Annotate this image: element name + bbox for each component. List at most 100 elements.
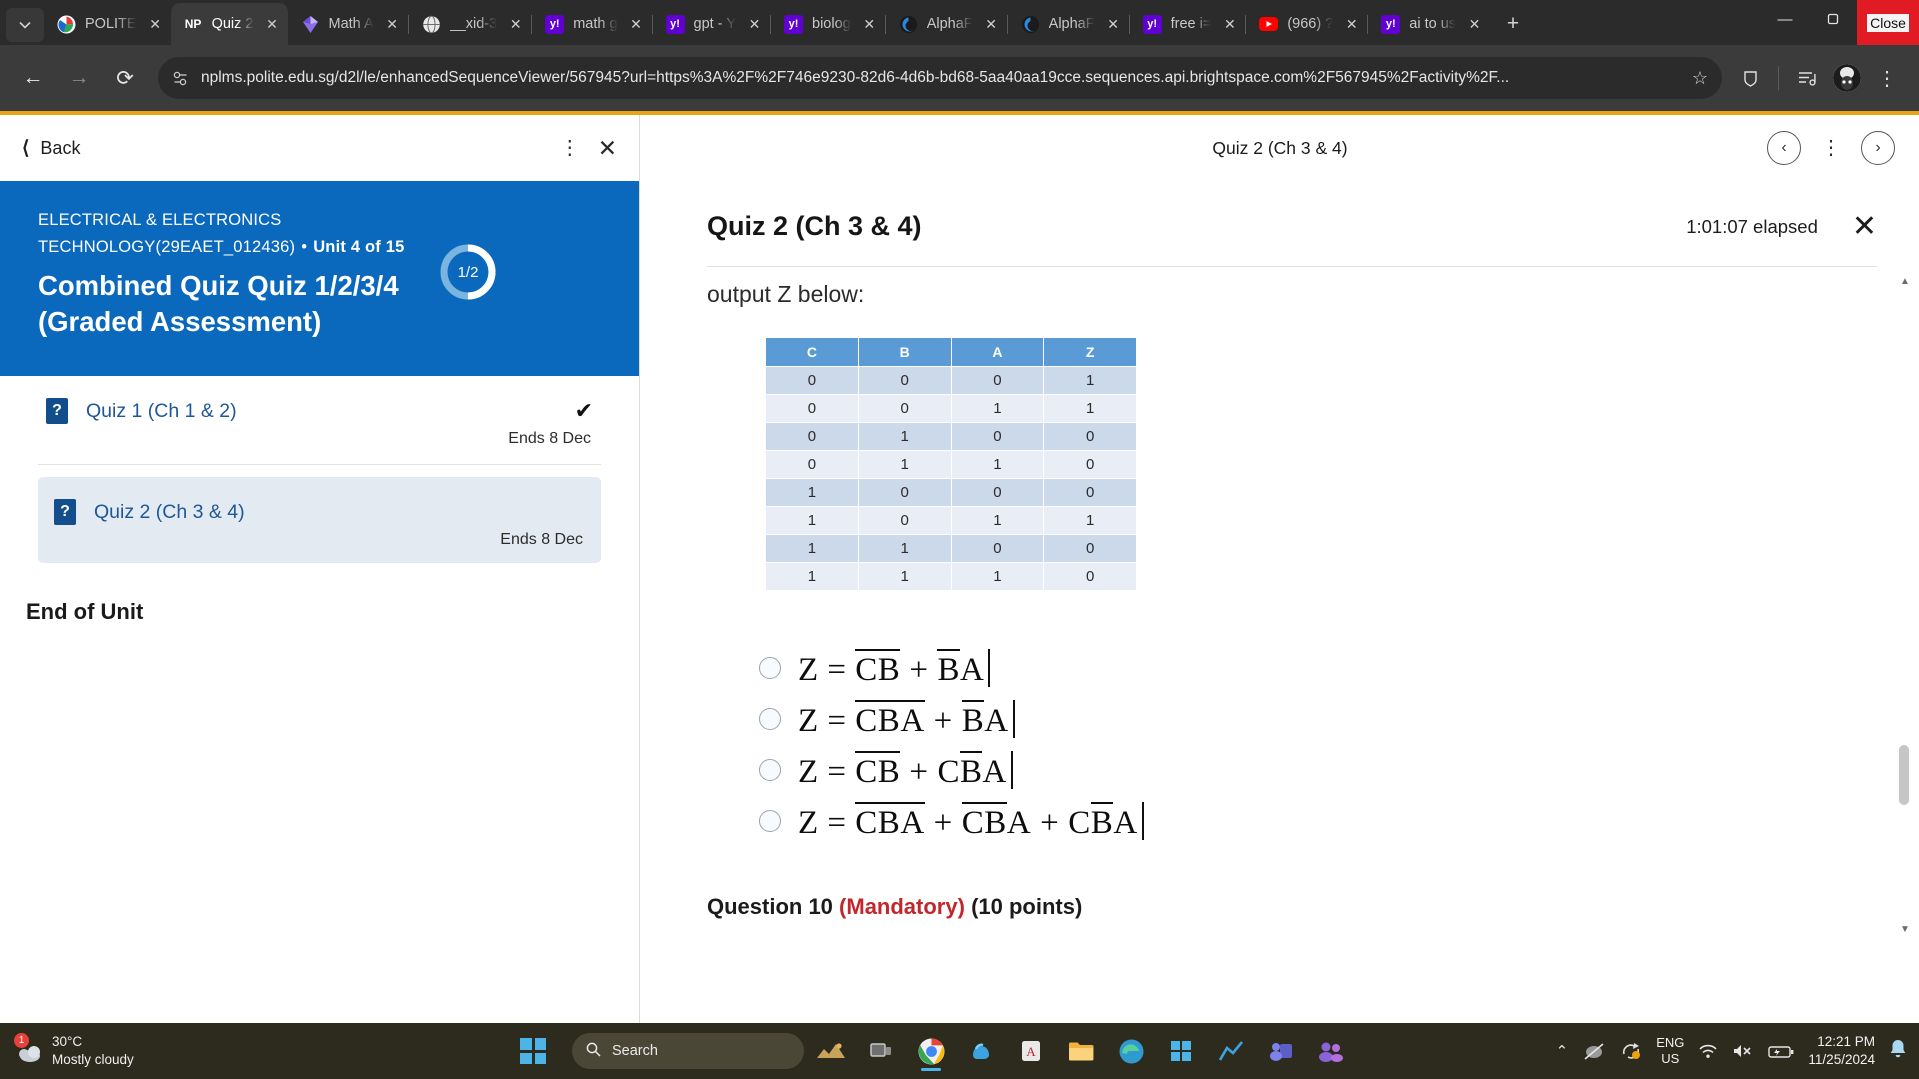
scrollbar-thumb[interactable] <box>1899 745 1909 805</box>
answer-option[interactable]: Z = CBA + BA <box>759 698 1859 740</box>
tray-chevron-icon[interactable]: ⌃ <box>1556 1042 1569 1060</box>
browser-tab[interactable]: AlphaF ✕ <box>886 3 1007 45</box>
tray-update-icon[interactable] <box>1620 1041 1642 1061</box>
browser-tab[interactable]: y! math g ✕ <box>532 3 651 45</box>
browser-tab[interactable]: y! ai to us ✕ <box>1368 3 1490 45</box>
taskbar-app-teams[interactable] <box>1258 1028 1304 1074</box>
progress-ring: 1/2 <box>437 241 499 303</box>
quiz-scroll-area[interactable]: output Z below: CBAZ 0001001101000110100… <box>641 267 1919 947</box>
browser-tab[interactable]: y! free i= ✕ <box>1130 3 1246 45</box>
answer-radio-button[interactable] <box>759 759 781 781</box>
tray-battery-icon[interactable] <box>1768 1044 1794 1059</box>
tab-search-button[interactable] <box>6 8 44 42</box>
taskbar-app-copilot[interactable] <box>958 1028 1004 1074</box>
browser-tab[interactable]: AlphaF ✕ <box>1008 3 1129 45</box>
back-link[interactable]: ⟨ Back <box>22 137 80 160</box>
tab-close-icon[interactable]: ✕ <box>1463 13 1486 36</box>
notification-bell-icon[interactable] <box>1889 1039 1907 1063</box>
vertical-scrollbar[interactable]: ▲ ▼ <box>1899 275 1911 935</box>
restore-button[interactable] <box>1809 0 1857 38</box>
extensions-icon[interactable] <box>1730 58 1770 98</box>
quiz-list: ? Quiz 1 (Ch 1 & 2) ✔ Ends 8 Dec ? Quiz 2 (Ch… <box>0 376 639 563</box>
quiz-list-item[interactable]: ? Quiz 1 (Ch 1 & 2) ✔ Ends 8 Dec <box>38 376 601 458</box>
tray-mouse-disabled-icon[interactable] <box>1582 1041 1606 1061</box>
viewer-kebab-icon[interactable]: ⋮ <box>1821 138 1841 158</box>
minimize-button[interactable]: — <box>1761 0 1809 38</box>
tab-close-icon[interactable]: ✕ <box>1340 13 1363 36</box>
sidebar-kebab-icon[interactable]: ⋮ <box>560 138 580 158</box>
tab-close-icon[interactable]: ✕ <box>1102 13 1125 36</box>
expression-term: BA <box>937 647 984 689</box>
previous-activity-button[interactable]: ‹ <box>1767 131 1801 165</box>
close-window-button[interactable]: Close <box>1857 0 1919 45</box>
scrollbar-track[interactable] <box>1899 275 1909 935</box>
quiz-item-title[interactable]: Quiz 2 (Ch 3 & 4) <box>94 501 245 524</box>
scroll-up-arrow-icon[interactable]: ▲ <box>1899 275 1911 287</box>
quiz-item-title[interactable]: Quiz 1 (Ch 1 & 2) <box>86 400 237 423</box>
tab-close-icon[interactable]: ✕ <box>858 13 881 36</box>
quiz-item-due: Ends 8 Dec <box>508 430 591 447</box>
answer-option[interactable]: Z = CB + BA <box>759 647 1859 689</box>
taskbar-app-taskview[interactable] <box>858 1028 904 1074</box>
taskbar-app-acrobat[interactable]: A <box>1008 1028 1054 1074</box>
next-activity-button[interactable]: › <box>1861 131 1895 165</box>
taskbar-app-store[interactable] <box>1158 1028 1204 1074</box>
tab-favicon-np-icon: NP <box>184 17 202 31</box>
taskbar-app-edge[interactable] <box>1108 1028 1154 1074</box>
scroll-down-arrow-icon[interactable]: ▼ <box>1899 923 1911 935</box>
back-button[interactable]: ← <box>12 57 54 99</box>
profile-avatar[interactable] <box>1827 58 1867 98</box>
answer-radio-button[interactable] <box>759 810 781 832</box>
answer-option[interactable]: Z = CBA + CBA + CBA <box>759 800 1859 842</box>
tab-close-icon[interactable]: ✕ <box>743 13 766 36</box>
answer-option[interactable]: Z = CB + CBA <box>759 749 1859 791</box>
tab-close-icon[interactable]: ✕ <box>625 13 648 36</box>
tab-close-icon[interactable]: ✕ <box>1218 13 1241 36</box>
browser-tab[interactable]: POLITE ✕ <box>44 3 171 45</box>
taskbar-app-widgets[interactable] <box>808 1028 854 1074</box>
browser-tab[interactable]: __xid-3 ✕ <box>409 3 532 45</box>
viewer-navigation: ‹ ⋮ › <box>1767 115 1895 181</box>
quiz-list-item[interactable]: ? Quiz 2 (Ch 3 & 4) Ends 8 Dec <box>38 477 601 563</box>
tab-close-icon[interactable]: ✕ <box>504 13 527 36</box>
browser-tab[interactable]: (966) ? ✕ <box>1246 3 1367 45</box>
answer-radio-button[interactable] <box>759 657 781 679</box>
tray-clock[interactable]: 12:21 PM 11/25/2024 <box>1808 1033 1875 1069</box>
address-bar[interactable]: nplms.polite.edu.sg/d2l/le/enhancedSeque… <box>158 57 1722 99</box>
browser-tab[interactable]: y! gpt - Y ✕ <box>653 3 770 45</box>
browser-tab[interactable]: y! biolog ✕ <box>771 3 885 45</box>
taskbar-app-file-explorer[interactable] <box>1058 1028 1104 1074</box>
forward-button[interactable]: → <box>58 57 100 99</box>
url-text: nplms.polite.edu.sg/d2l/le/enhancedSeque… <box>201 69 1510 86</box>
new-tab-button[interactable]: + <box>1496 7 1530 41</box>
progress-label: 1/2 <box>457 263 479 281</box>
bookmark-star-icon[interactable]: ☆ <box>1678 68 1708 89</box>
taskbar-app-graph[interactable] <box>1208 1028 1254 1074</box>
tab-close-icon[interactable]: ✕ <box>261 13 284 36</box>
tab-close-icon[interactable]: ✕ <box>980 13 1003 36</box>
site-settings-icon[interactable] <box>172 70 189 87</box>
taskbar-app-chrome[interactable] <box>908 1028 954 1074</box>
tab-close-icon[interactable]: ✕ <box>381 13 404 36</box>
search-box[interactable]: Search <box>572 1033 804 1069</box>
tab-favicon-yahoo-icon: y! <box>545 14 565 34</box>
literal: A <box>1113 805 1138 841</box>
browser-tab-active[interactable]: NP Quiz 2 ✕ <box>170 3 288 45</box>
chrome-menu-icon[interactable]: ⋮ <box>1867 58 1907 98</box>
browser-tab[interactable]: Math A ✕ <box>288 3 408 45</box>
weather-widget[interactable]: 1 30°C Mostly cloudy <box>0 1033 240 1069</box>
answer-radio-button[interactable] <box>759 708 781 730</box>
tray-wifi-icon[interactable] <box>1698 1043 1718 1059</box>
negated-literal: B <box>877 751 901 791</box>
reload-button[interactable]: ⟳ <box>104 57 146 99</box>
tray-language[interactable]: ENG US <box>1656 1035 1684 1066</box>
negated-literal: B <box>961 700 985 740</box>
quiz-close-button[interactable]: ✕ <box>1852 209 1877 244</box>
taskbar-app-people[interactable] <box>1308 1028 1354 1074</box>
tab-close-icon[interactable]: ✕ <box>144 13 167 36</box>
tray-volume-muted-icon[interactable] <box>1732 1043 1754 1059</box>
start-button[interactable] <box>520 1038 546 1064</box>
sidebar-close-icon[interactable]: ✕ <box>598 135 617 162</box>
reading-list-icon[interactable] <box>1787 58 1827 98</box>
system-tray: ⌃ ENG US 12:21 PM 11/25/2024 <box>1556 1023 1919 1079</box>
